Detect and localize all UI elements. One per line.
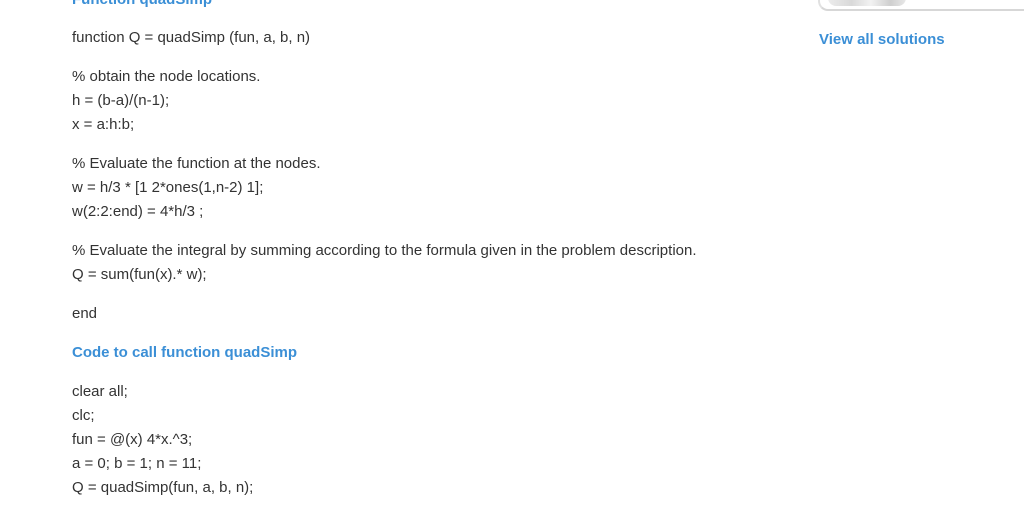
code-line: w = h/3 * [1 2*ones(1,n-2) 1]; bbox=[72, 179, 264, 196]
code-line: clear all; bbox=[72, 383, 128, 400]
code-line: Q = quadSimp(fun, a, b, n); bbox=[72, 479, 254, 496]
code-line: x = a:h:b; bbox=[72, 116, 135, 133]
call-code-heading: Code to call function quadSimp bbox=[72, 344, 297, 361]
code-line: % obtain the node locations. bbox=[72, 68, 261, 85]
code-line: function Q = quadSimp (fun, a, b, n) bbox=[72, 29, 311, 46]
code-line: % Evaluate the function at the nodes. bbox=[72, 155, 321, 172]
code-line: w(2:2:end) = 4*h/3 ; bbox=[72, 203, 204, 220]
sidebar: View all solutions bbox=[792, 0, 1024, 60]
view-all-solutions-link[interactable]: View all solutions bbox=[819, 31, 945, 48]
code-line: % Evaluate the integral by summing accor… bbox=[72, 242, 697, 259]
code-line: clc; bbox=[72, 407, 95, 424]
code-line: fun = @(x) 4*x.^3; bbox=[72, 431, 193, 448]
solution-body: function Q = quadSimp (fun, a, b, n) % o… bbox=[72, 26, 792, 500]
code-line: h = (b-a)/(n-1); bbox=[72, 92, 170, 109]
solution-heading-cut: Function quadSimp bbox=[72, 0, 212, 8]
code-line: Q = sum(fun(x).* w); bbox=[72, 266, 207, 283]
solution-thumbnail-image bbox=[828, 0, 906, 6]
code-line: a = 0; b = 1; n = 11; bbox=[72, 455, 202, 472]
code-line: end bbox=[72, 305, 98, 322]
